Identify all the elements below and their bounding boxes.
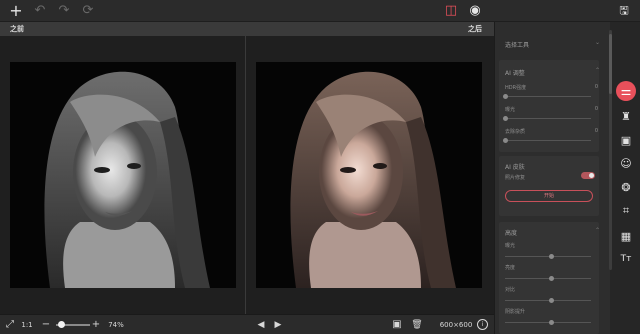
image-icon[interactable]: ▣	[390, 318, 404, 332]
adjust-icon[interactable]: ⚌	[616, 81, 636, 101]
bottom-toolbar: ⤢ 1:1 − + 74% ◀ ▶ ▣ 🗑 600×600 i	[0, 314, 494, 334]
slider-value: 0	[594, 106, 598, 112]
tool-rail: ⚌ ♜ ▣ ☺ ❂ ⌗ ▦ Tт	[612, 22, 640, 334]
exposure-slider[interactable]	[505, 256, 591, 257]
hdr-slider[interactable]	[505, 96, 591, 97]
zoom-out-icon[interactable]: −	[40, 318, 52, 332]
compare-divider[interactable]	[245, 36, 246, 314]
info-icon[interactable]: i	[477, 319, 488, 330]
undo-icon[interactable]: ↶	[32, 3, 48, 19]
ai-skin-title: AI 皮肤	[505, 164, 525, 171]
next-image-icon[interactable]: ▶	[272, 318, 284, 332]
slider-value: 0	[594, 128, 598, 134]
exposure-slider[interactable]	[505, 118, 591, 119]
stamp-icon[interactable]: ♜	[618, 108, 634, 124]
light-title[interactable]: 高度	[505, 228, 517, 237]
delete-icon[interactable]: 🗑	[410, 318, 424, 332]
zoom-value: 74%	[108, 321, 124, 329]
image-dimensions: 600×600	[439, 321, 473, 329]
slider-label: 对比	[505, 287, 516, 293]
slider-knob[interactable]	[549, 320, 554, 325]
slider-knob[interactable]	[549, 298, 554, 303]
zoom-slider-thumb[interactable]	[58, 321, 65, 328]
adjustment-panel: 选择工具 ⌄ AI 调整 ⌃ HDR强度 0 曝光 0 去除杂质 0 AI 皮肤…	[494, 22, 610, 334]
top-toolbar: + ↶ ↷ ⟳ ◫ ◉ 🖫	[0, 0, 640, 22]
zoom-in-icon[interactable]: +	[90, 318, 102, 332]
hdr-slider-knob[interactable]	[503, 94, 508, 99]
photo-editor-app: + ↶ ↷ ⟳ ◫ ◉ 🖫 之前 之后 ⤢ 1:1 − + 74% ◀ ▶ ▣ …	[0, 0, 640, 334]
brightness-slider[interactable]	[505, 278, 591, 279]
chevron-up-icon[interactable]: ⌃	[595, 227, 600, 234]
contrast-slider[interactable]	[505, 300, 591, 301]
toggle-label: 照片修复	[505, 175, 526, 181]
photo-repair-toggle[interactable]	[581, 172, 595, 179]
slider-label: 去除杂质	[505, 129, 526, 135]
after-photo	[256, 62, 482, 288]
image-icon[interactable]: ▣	[618, 132, 634, 148]
chevron-down-icon[interactable]: ⌄	[595, 39, 600, 46]
text-icon[interactable]: Tт	[618, 251, 634, 267]
slider-label: 阴影提升	[505, 309, 526, 315]
before-label: 之前	[10, 25, 24, 33]
redo-icon[interactable]: ↷	[56, 3, 72, 19]
color-icon[interactable]: ❂	[618, 179, 634, 195]
apply-button[interactable]: 开始	[505, 190, 593, 202]
save-icon[interactable]: 🖫	[616, 3, 632, 19]
preview-eye-icon[interactable]: ◉	[467, 3, 483, 19]
crop-icon[interactable]: ⌗	[618, 203, 634, 219]
slider-label: 亮度	[505, 265, 516, 271]
slider-label: HDR强度	[505, 85, 527, 91]
compare-icon[interactable]: ◫	[443, 3, 459, 19]
add-icon[interactable]: +	[8, 3, 24, 19]
select-tool-title[interactable]: 选择工具	[505, 40, 529, 49]
ai-adjust-title[interactable]: AI 调整	[505, 68, 525, 77]
chevron-up-icon[interactable]: ⌃	[595, 67, 600, 74]
slider-label: 曝光	[505, 107, 516, 113]
frame-icon[interactable]: ▦	[618, 228, 634, 244]
face-icon[interactable]: ☺	[618, 155, 634, 171]
denoise-slider-knob[interactable]	[503, 138, 508, 143]
slider-label: 曝光	[505, 243, 516, 249]
canvas-area	[0, 36, 494, 314]
before-photo	[10, 62, 236, 288]
denoise-slider[interactable]	[505, 140, 591, 141]
exposure-slider-knob[interactable]	[503, 116, 508, 121]
slider-knob[interactable]	[549, 254, 554, 259]
slider-value: 0	[594, 84, 598, 90]
slider-knob[interactable]	[549, 276, 554, 281]
shadow-slider[interactable]	[505, 322, 591, 323]
fit-screen-icon[interactable]: ⤢	[4, 318, 16, 332]
previous-image-icon[interactable]: ◀	[255, 318, 267, 332]
actual-size-button[interactable]: 1:1	[20, 318, 34, 332]
reset-icon[interactable]: ⟳	[80, 3, 96, 19]
compare-header: 之前 之后	[0, 22, 494, 36]
after-label: 之后	[468, 25, 482, 33]
